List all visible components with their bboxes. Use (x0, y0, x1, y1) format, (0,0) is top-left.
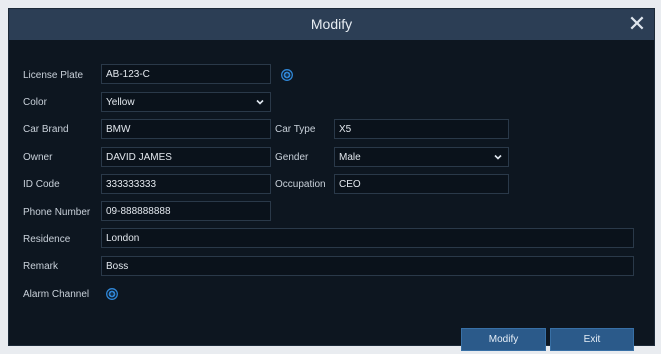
occupation-label: Occupation (275, 179, 326, 190)
id-code-field[interactable]: 333333333 (101, 174, 271, 194)
color-label: Color (23, 97, 47, 108)
license-plate-field[interactable]: AB-123-C (101, 64, 271, 84)
modify-button[interactable]: Modify (461, 328, 546, 351)
car-brand-label: Car Brand (23, 124, 69, 135)
gender-label: Gender (275, 152, 309, 163)
modify-dialog: Modify ✕ License Plate AB-123-C Color Ye… (8, 8, 655, 351)
id-code-label: ID Code (23, 179, 60, 190)
license-plate-value: AB-123-C (106, 69, 150, 80)
chevron-down-icon (256, 99, 264, 105)
phone-number-label: Phone Number (23, 207, 91, 218)
color-value: Yellow (106, 97, 135, 108)
remark-label: Remark (23, 261, 59, 272)
plus-circle-icon[interactable] (106, 288, 118, 300)
occupation-value: CEO (339, 179, 361, 190)
gender-value: Male (339, 152, 361, 163)
chevron-down-icon (494, 154, 502, 160)
car-type-label: Car Type (275, 124, 316, 135)
residence-label: Residence (23, 234, 71, 245)
car-brand-field[interactable]: BMW (101, 119, 271, 139)
alarm-channel-label: Alarm Channel (23, 289, 90, 300)
title-bar: Modify ✕ (9, 9, 654, 40)
license-plate-label: License Plate (23, 70, 84, 81)
plus-circle-icon[interactable] (281, 69, 293, 81)
phone-number-field[interactable]: 09-888888888 (101, 201, 271, 221)
id-code-value: 333333333 (106, 179, 157, 190)
car-type-value: X5 (339, 124, 352, 135)
remark-value: Boss (106, 261, 129, 272)
residence-value: London (106, 233, 140, 244)
close-icon[interactable]: ✕ (626, 13, 648, 35)
occupation-field[interactable]: CEO (334, 174, 509, 194)
owner-label: Owner (23, 152, 53, 163)
exit-button[interactable]: Exit (550, 328, 634, 351)
residence-field[interactable]: London (101, 228, 634, 248)
gender-dropdown[interactable]: Male (334, 147, 509, 167)
remark-field[interactable]: Boss (101, 256, 634, 276)
color-dropdown[interactable]: Yellow (101, 92, 271, 112)
car-type-field[interactable]: X5 (334, 119, 509, 139)
car-brand-value: BMW (106, 124, 131, 135)
phone-number-value: 09-888888888 (106, 206, 171, 217)
owner-value: DAVID JAMES (106, 152, 172, 163)
dialog-title: Modify (310, 16, 353, 32)
owner-field[interactable]: DAVID JAMES (101, 147, 271, 167)
